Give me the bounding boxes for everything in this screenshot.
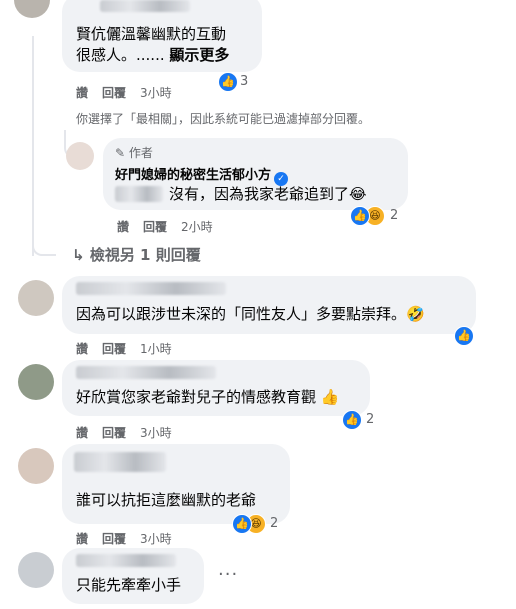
blurred-username [74, 452, 166, 472]
timestamp[interactable]: 2小時 [181, 220, 213, 234]
thread-line [32, 36, 34, 256]
comment-actions: 讚回覆 3小時 [76, 424, 186, 441]
timestamp[interactable]: 3小時 [140, 532, 172, 546]
comment-bubble: 好欣賞您家老爺對兒子的情感教育觀 👍 [62, 360, 370, 416]
like-reaction-icon: 👍 [232, 514, 252, 534]
laugh-emoji-icon: 😂 [349, 185, 367, 203]
blurred-username [76, 366, 216, 379]
reaction-count: 3 [240, 74, 249, 89]
like-reaction-icon: 👍 [454, 326, 474, 346]
like-button[interactable]: 讚 [76, 532, 88, 546]
like-button[interactable]: 讚 [76, 426, 88, 440]
avatar[interactable] [18, 448, 54, 484]
like-button[interactable]: 讚 [76, 342, 88, 356]
reply-button[interactable]: 回覆 [102, 342, 126, 356]
author-name[interactable]: 好門媳婦的秘密生活郁小方 ✓ [115, 164, 289, 186]
avatar[interactable] [18, 552, 54, 588]
reaction-summary[interactable]: 👍 3 [218, 72, 262, 92]
comment-actions: 讚回覆 3小時 [76, 530, 186, 547]
reaction-count: 2 [390, 208, 399, 223]
comment-text: 只能先牽牽小手 [76, 576, 182, 594]
timestamp[interactable]: 1小時 [140, 342, 172, 356]
author-badge: ✎ 作者 [115, 146, 153, 160]
reply-button[interactable]: 回覆 [143, 220, 167, 234]
thumbs-up-emoji-icon: 👍 [320, 388, 340, 406]
avatar[interactable] [14, 0, 50, 18]
like-reaction-icon: 👍 [342, 410, 362, 430]
comment-bubble: 賢伉儷溫馨幽默的互動 很感人。...... 顯示更多 [62, 0, 262, 72]
reply-button[interactable]: 回覆 [102, 532, 126, 546]
like-reaction-icon: 👍 [218, 72, 238, 92]
comment-text-line1: 賢伉儷溫馨幽默的互動 [76, 25, 227, 43]
more-options-icon[interactable]: ··· [218, 564, 238, 585]
like-reaction-icon: 👍 [350, 206, 370, 226]
comment-bubble: 誰可以抗拒這麼幽默的老爺 [62, 444, 290, 524]
author-avatar[interactable] [66, 142, 94, 170]
reply-button[interactable]: 回覆 [102, 86, 126, 100]
reply-actions: 讚回覆 2小時 [117, 218, 227, 235]
blurred-username [76, 554, 176, 567]
reply-text: 沒有，因為我家老爺追到了😂 [169, 185, 367, 203]
blurred-username [100, 0, 190, 12]
reaction-summary[interactable]: 👍 [454, 326, 476, 346]
like-button[interactable]: 讚 [117, 220, 129, 234]
comment-bubble: 因為可以跟涉世未深的「同性友人」多要點崇拜。🤣 [62, 276, 476, 334]
like-button[interactable]: 讚 [76, 86, 88, 100]
thread-connector [32, 236, 56, 256]
reaction-count: 2 [366, 412, 375, 427]
comment-text: 誰可以抗拒這麼幽默的老爺 [76, 491, 257, 509]
comment-text-line2: 很感人。...... 顯示更多 [76, 46, 230, 64]
reaction-summary[interactable]: 👍 😆 2 [232, 514, 290, 534]
laugh-emoji-icon: 🤣 [406, 305, 425, 323]
filter-note: 你選擇了「最相關」，因此系統可能已過濾掉部分回覆。 [76, 112, 371, 126]
reply-button[interactable]: 回覆 [102, 426, 126, 440]
reply-arrow-icon: ↳ [72, 246, 85, 264]
avatar[interactable] [18, 364, 54, 400]
blurred-mention [115, 186, 163, 202]
comment-text: 好欣賞您家老爺對兒子的情感教育觀 👍 [76, 388, 340, 406]
reaction-count: 2 [270, 516, 279, 531]
timestamp[interactable]: 3小時 [140, 86, 172, 100]
avatar[interactable] [18, 280, 54, 316]
comment-text: 因為可以跟涉世未深的「同性友人」多要點崇拜。🤣 [76, 305, 425, 323]
timestamp[interactable]: 3小時 [140, 426, 172, 440]
blurred-username [76, 282, 226, 295]
pen-icon: ✎ [115, 146, 126, 160]
view-more-replies-button[interactable]: ↳ 檢視另 1 則回覆 [72, 244, 201, 265]
comment-bubble: 只能先牽牽小手 [62, 548, 204, 604]
comment-actions: 讚回覆 3小時 [76, 84, 186, 101]
comment-actions: 讚回覆 1小時 [76, 340, 186, 357]
reaction-summary[interactable]: 👍 😆 2 [350, 206, 410, 226]
reaction-summary[interactable]: 👍 2 [342, 410, 384, 430]
reply-bubble: ✎ 作者 好門媳婦的秘密生活郁小方 ✓ 沒有，因為我家老爺追到了😂 [103, 138, 408, 210]
see-more-link[interactable]: 顯示更多 [169, 46, 229, 64]
